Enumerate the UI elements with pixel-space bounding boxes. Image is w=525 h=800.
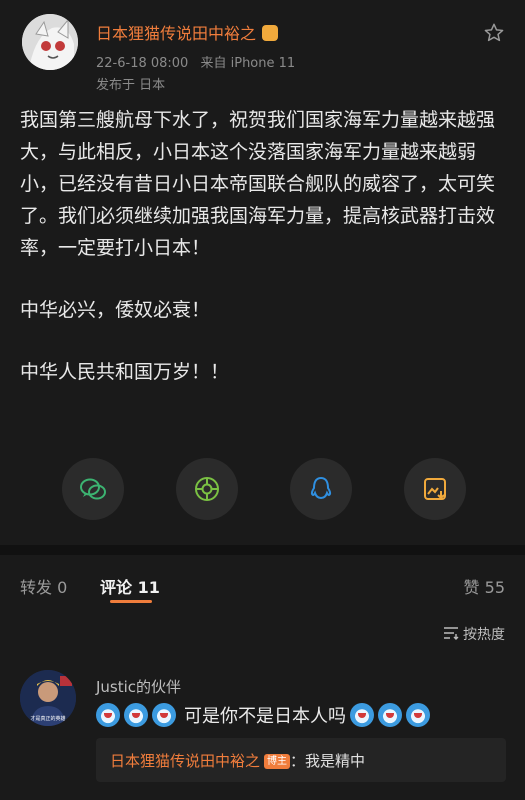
share-wechat-button[interactable] <box>62 458 124 520</box>
anime-avatar-icon <box>22 14 78 70</box>
reply-preview[interactable]: 日本狸猫传说田中裕之 博主 ：我是精中 <box>96 738 506 782</box>
save-image-icon <box>424 478 446 500</box>
comment-username[interactable]: Justic的伙伴 <box>96 676 181 697</box>
post-source: 来自 iPhone 11 <box>200 56 296 71</box>
blogger-badge: 博主 <box>264 754 291 769</box>
post-location: 发布于 日本 <box>96 78 166 93</box>
author-name[interactable]: 日本狸猫传说田中裕之 <box>96 20 279 44</box>
reply-author[interactable]: 日本狸猫传说田中裕之 <box>110 752 260 770</box>
post-body: 我国第三艘航母下水了，祝贺我们国家海军力量越来越强大，与此相反，小日本这个没落国… <box>20 104 510 418</box>
comment-text: 可是你不是日本人吗 <box>184 706 346 727</box>
doraemon-emoji-icon <box>406 703 430 727</box>
post-timestamp: 22-6-18 08:00 <box>96 56 189 71</box>
avatar-caption: 才是真正的英雄 <box>30 715 65 722</box>
qq-icon <box>310 476 332 500</box>
share-moments-button[interactable] <box>176 458 238 520</box>
post-paragraph: 中华必兴，倭奴必衰！ <box>20 299 211 321</box>
doraemon-emoji-icon <box>152 703 176 727</box>
doraemon-emoji-icon <box>378 703 402 727</box>
post-meta: 22-6-18 08:00 来自 iPhone 11 <box>96 52 303 71</box>
active-tab-indicator <box>110 600 152 603</box>
moments-icon <box>195 477 219 501</box>
tab-repost[interactable]: 转发 0 <box>20 574 67 598</box>
post-paragraph: 我国第三艘航母下水了，祝贺我们国家海军力量越来越强大，与此相反，小日本这个没落国… <box>20 109 496 259</box>
vip-badge-icon <box>262 25 279 41</box>
save-image-button[interactable] <box>404 458 466 520</box>
comment-avatar[interactable]: 才是真正的英雄 <box>20 670 76 726</box>
doraemon-emoji-icon <box>96 703 120 727</box>
section-divider <box>0 545 525 555</box>
author-avatar[interactable] <box>22 14 78 70</box>
doraemon-emoji-icon <box>350 703 374 727</box>
comment-content: 可是你不是日本人吗 <box>96 702 434 728</box>
wechat-icon <box>80 478 106 500</box>
sort-toggle[interactable]: 按热度 <box>443 624 505 644</box>
favorite-star-icon[interactable] <box>483 22 505 44</box>
author-name-text[interactable]: 日本狸猫传说田中裕之 <box>96 24 256 43</box>
sort-icon <box>444 627 459 640</box>
reply-line: 日本狸猫传说田中裕之 博主 ：我是精中 <box>110 750 365 771</box>
tab-comments[interactable]: 评论 11 <box>100 574 160 598</box>
share-qq-button[interactable] <box>290 458 352 520</box>
post-paragraph: 中华人民共和国万岁！！ <box>20 361 230 383</box>
tab-likes[interactable]: 赞 55 <box>464 574 505 598</box>
reply-text: ：我是精中 <box>290 752 366 770</box>
interaction-tabs: 转发 0 评论 11 赞 55 <box>0 568 525 604</box>
doraemon-emoji-icon <box>124 703 148 727</box>
sort-label[interactable]: 按热度 <box>463 627 505 643</box>
post-header: 日本狸猫传说田中裕之 22-6-18 08:00 来自 iPhone 11 发布… <box>0 0 525 100</box>
hero-avatar-icon: 才是真正的英雄 <box>20 670 76 726</box>
share-row <box>0 458 525 520</box>
